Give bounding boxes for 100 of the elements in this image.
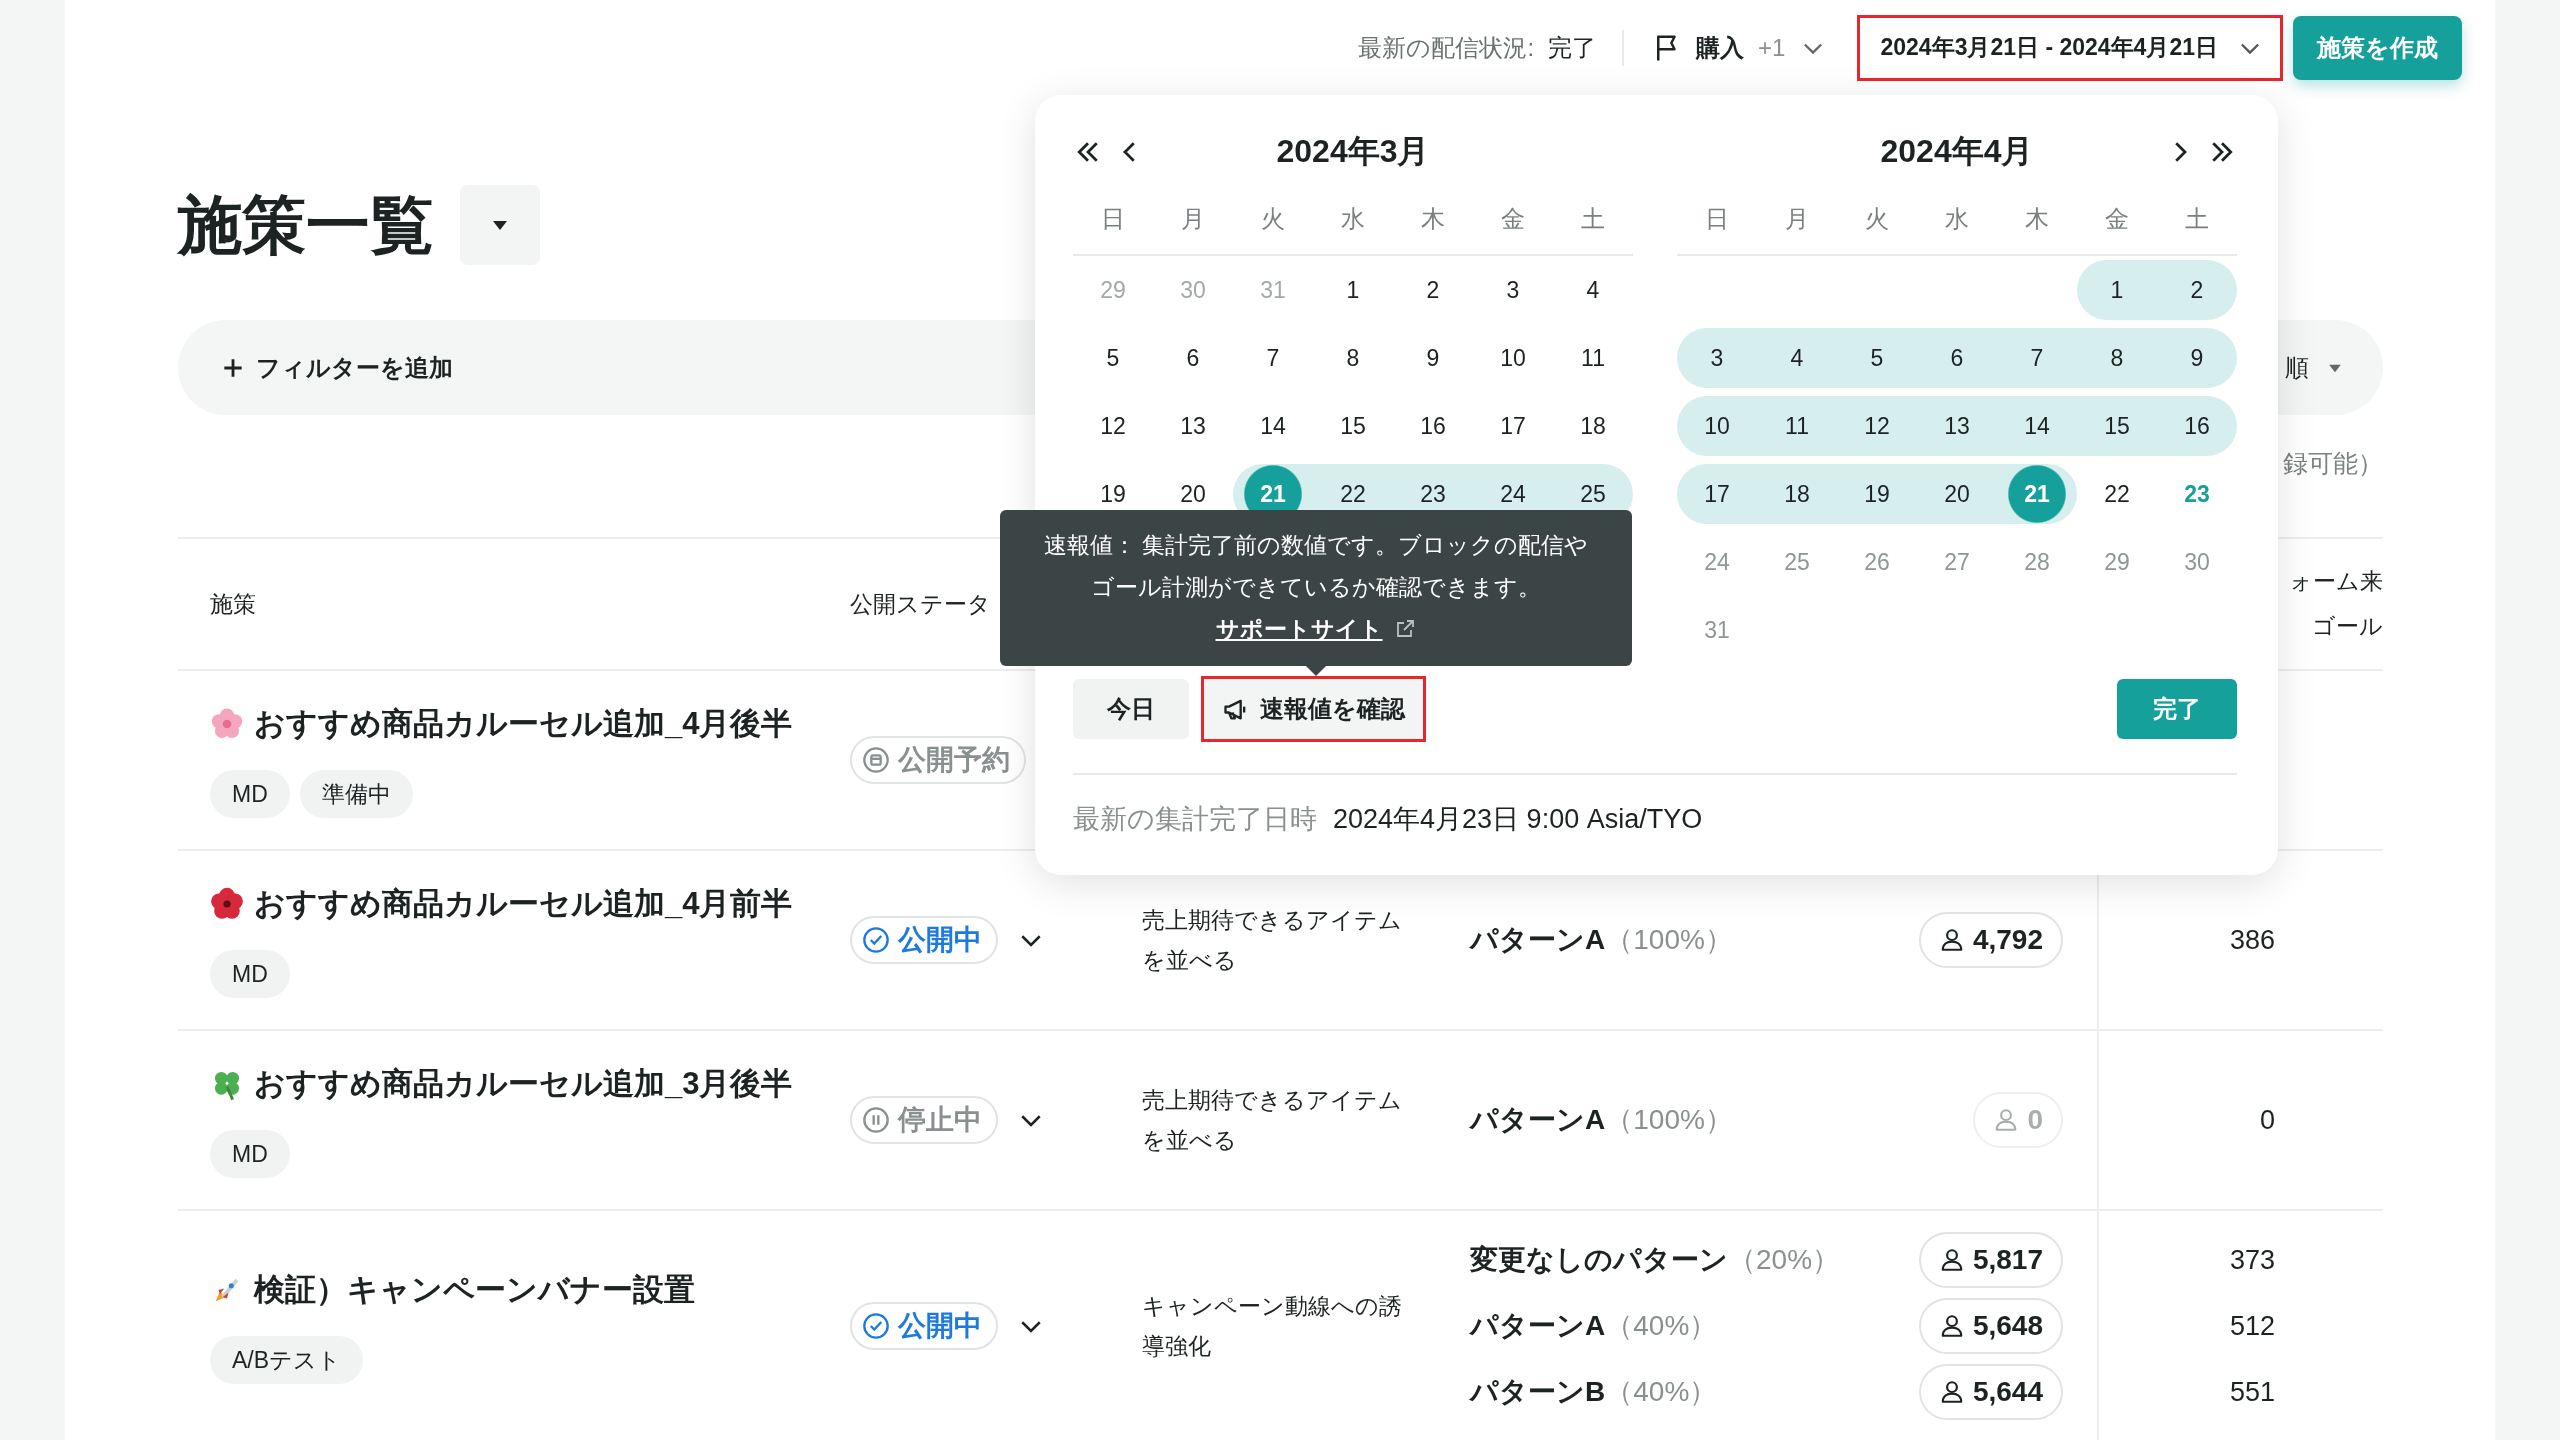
weekday-label: 土 — [2184, 204, 2210, 234]
pause-icon — [862, 1106, 890, 1134]
calendar-day[interactable]: 8 — [1313, 328, 1393, 388]
status-label: 公開予約 — [898, 743, 1010, 777]
measure-name: おすすめ商品カルーセル追加_4月前半 — [254, 885, 793, 923]
calendar-day[interactable]: 1 — [1313, 260, 1393, 320]
calendar-day[interactable]: 10 — [1473, 328, 1553, 388]
tooltip-text: 速報値： 集計完了前の数値です。ブロックの配信やゴール計測ができているか確認できます。 — [1043, 531, 1589, 602]
calendar-day[interactable]: 7 — [1233, 328, 1313, 388]
column-header: 公開ステータ — [850, 589, 992, 619]
footer-label: 最新の集計完了日時 — [1073, 803, 1317, 836]
goal-count: 551 — [2228, 1376, 2276, 1408]
user-count: 0 — [2027, 1104, 2043, 1136]
add-filter-button[interactable]: フィルターを追加 — [220, 351, 453, 384]
pattern-name: パターンA（40%） — [1470, 1309, 1719, 1343]
flower-icon — [210, 707, 244, 741]
sort-button[interactable]: 順 — [2285, 351, 2345, 384]
check-circle-icon — [862, 926, 890, 954]
status-label: 最新の配信状況: — [1358, 32, 1535, 63]
goal-count: 386 — [2228, 924, 2276, 956]
calendar-day[interactable]: 14 — [1233, 396, 1313, 456]
user-count: 5,648 — [1972, 1310, 2043, 1342]
calendar-day[interactable]: 13 — [1917, 396, 1997, 456]
calendar-day[interactable]: 19 — [1837, 464, 1917, 524]
column-header: ゴール — [2312, 612, 2383, 641]
calendar-day[interactable]: 3 — [1473, 260, 1553, 320]
description: 売上期待できるアイテムを並べる — [1142, 907, 1402, 973]
calendar-day[interactable]: 1 — [2077, 260, 2157, 320]
measure-name: 検証）キャンペーンバナー設置 — [254, 1271, 695, 1309]
status-label: 停止中 — [898, 1103, 982, 1137]
calendar-day[interactable]: 15 — [2077, 396, 2157, 456]
calendar-day[interactable]: 4 — [1757, 328, 1837, 388]
calendar-day[interactable]: 17 — [1677, 464, 1757, 524]
description: キャンペーン動線への誘導強化 — [1142, 1293, 1402, 1359]
weekday-label: 水 — [1944, 204, 1970, 234]
calendar-day[interactable]: 2 — [1393, 260, 1473, 320]
calendar-day[interactable]: 13 — [1153, 396, 1233, 456]
calendar-day[interactable]: 17 — [1473, 396, 1553, 456]
weekday-label: 日 — [1100, 204, 1126, 234]
calendar-day[interactable]: 5 — [1073, 328, 1153, 388]
support-link[interactable]: サポートサイト — [1215, 608, 1417, 650]
pattern-name: パターンB（40%） — [1470, 1375, 1719, 1409]
calendar-day[interactable]: 8 — [2077, 328, 2157, 388]
user-count: 4,792 — [1972, 924, 2043, 956]
calendar-day[interactable]: 6 — [1153, 328, 1233, 388]
tag: MD — [210, 1130, 290, 1178]
goal-filter-button[interactable]: 購入 +1 — [1624, 31, 1858, 64]
pattern-name: 変更なしのパターン（20%） — [1470, 1243, 1842, 1277]
goal-count: 512 — [2228, 1310, 2276, 1342]
calendar-day[interactable]: 7 — [1997, 328, 2077, 388]
footer-value: 2024年4月23日 9:00 Asia/TYO — [1333, 803, 1703, 836]
check-circle-icon — [862, 1312, 890, 1340]
calendar-day[interactable]: 16 — [2157, 396, 2237, 456]
calendar-day[interactable]: 11 — [1757, 396, 1837, 456]
tag: MD — [210, 950, 290, 998]
calendar-day[interactable]: 6 — [1917, 328, 1997, 388]
today-button[interactable]: 今日 — [1073, 679, 1189, 739]
weekday-label: 土 — [1580, 204, 1606, 234]
pattern-name: パターンA（100%） — [1470, 1103, 1734, 1137]
calendar-day[interactable]: 10 — [1677, 396, 1757, 456]
preview-button[interactable]: 速報値を確認 — [1201, 676, 1426, 742]
status-value: 完了 — [1548, 32, 1597, 63]
weekday-label: 木 — [2024, 204, 2050, 234]
calendar-day[interactable]: 5 — [1837, 328, 1917, 388]
calendar-day[interactable]: 22 — [2077, 464, 2157, 524]
page-title: 施策一覧 — [178, 188, 434, 263]
month-title: 2024年4月 — [1879, 132, 2035, 171]
calendar-day[interactable]: 18 — [1757, 464, 1837, 524]
calendar-day[interactable]: 16 — [1393, 396, 1473, 456]
weekday-label: 金 — [2104, 204, 2130, 234]
calendar-day[interactable]: 15 — [1313, 396, 1393, 456]
calendar-day[interactable]: 3 — [1677, 328, 1757, 388]
weekday-label: 金 — [1500, 204, 1526, 234]
weekday-label: 月 — [1784, 204, 1810, 234]
calendar-day[interactable]: 12 — [1073, 396, 1153, 456]
calendar-day[interactable]: 4 — [1553, 260, 1633, 320]
calendar-day[interactable]: 2 — [2157, 260, 2237, 320]
calendar-day[interactable]: 9 — [1393, 328, 1473, 388]
tag: A/Bテスト — [210, 1336, 364, 1384]
calendar-day[interactable]: 18 — [1553, 396, 1633, 456]
description: 売上期待できるアイテムを並べる — [1142, 1087, 1402, 1153]
calendar-icon — [862, 746, 890, 774]
status-label: 公開中 — [898, 1309, 982, 1343]
weekday-label: 火 — [1864, 204, 1890, 234]
column-header: ォーム来 — [2289, 567, 2383, 596]
calendar-day[interactable]: 11 — [1553, 328, 1633, 388]
month-title: 2024年3月 — [1275, 132, 1431, 171]
calendar-day[interactable]: 20 — [1917, 464, 1997, 524]
goal-count: 0 — [2258, 1104, 2276, 1136]
measure-name: おすすめ商品カルーセル追加_4月後半 — [254, 705, 793, 743]
date-range-button[interactable]: 2024年3月21日 - 2024年4月21日 — [1857, 14, 2283, 81]
calendar-day[interactable]: 14 — [1997, 396, 2077, 456]
user-count: 5,817 — [1972, 1244, 2043, 1276]
column-header: 施策 — [209, 589, 257, 619]
weekday-label: 日 — [1704, 204, 1730, 234]
tag: MD — [210, 770, 290, 818]
calendar-day[interactable]: 12 — [1837, 396, 1917, 456]
user-count: 5,644 — [1972, 1376, 2043, 1408]
note-text: 録可能） — [2283, 449, 2383, 477]
calendar-day[interactable]: 9 — [2157, 328, 2237, 388]
